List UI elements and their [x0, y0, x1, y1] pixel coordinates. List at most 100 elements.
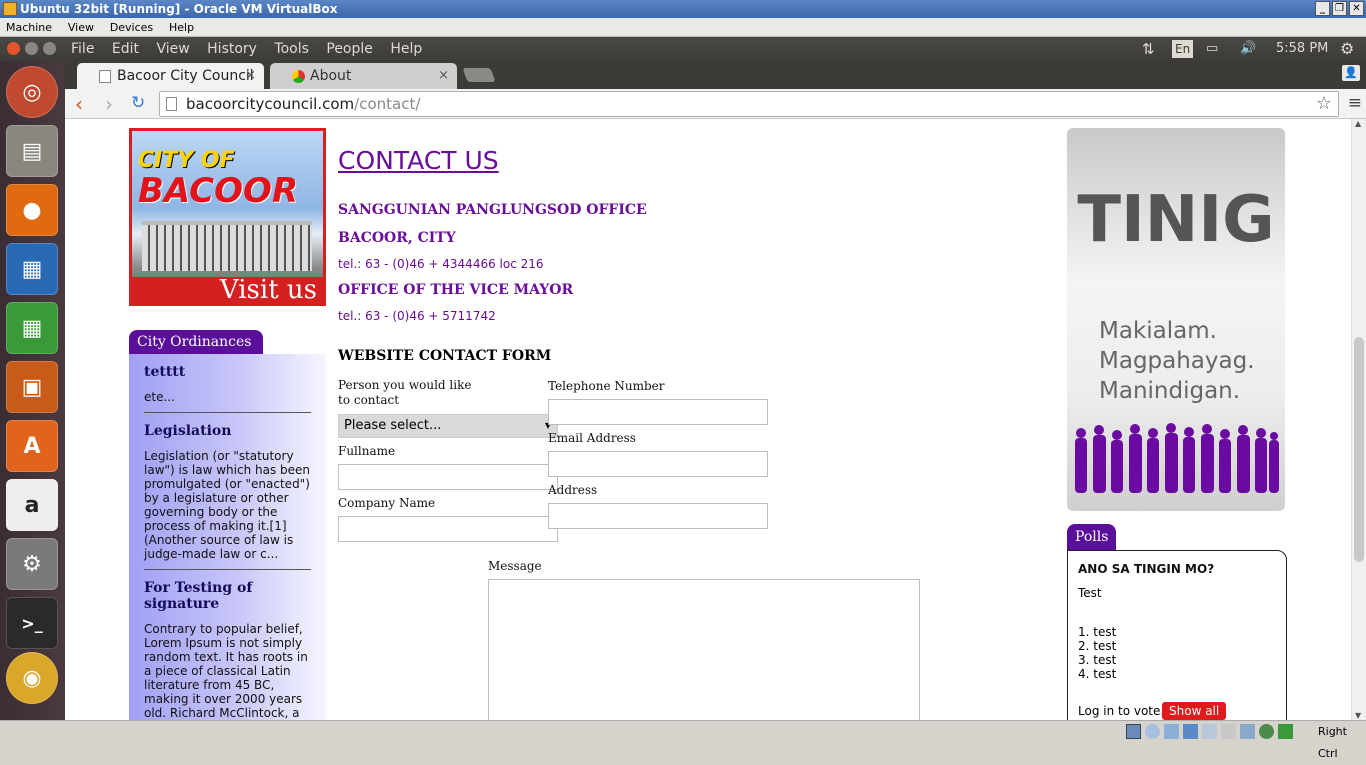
network-adapter-icon[interactable]	[1183, 724, 1198, 739]
usb-icon[interactable]	[1164, 724, 1179, 739]
software-center-icon[interactable]: A	[6, 420, 58, 472]
login-to-vote-link[interactable]: Log in to vote.	[1078, 704, 1164, 718]
tab-about[interactable]: About ×	[270, 63, 457, 89]
forward-icon[interactable]: ›	[105, 92, 113, 116]
tinig-banner[interactable]: TINIG Makialam. Magpahayag. Manindigan.	[1067, 128, 1285, 511]
tab-close-icon[interactable]: ×	[245, 63, 256, 89]
chrome-favicon-icon	[292, 70, 305, 83]
page-scrollbar[interactable]: ▲ ▼	[1351, 119, 1366, 720]
optical-drive-icon[interactable]	[1145, 724, 1160, 739]
poll-option: 1. test	[1078, 625, 1117, 639]
shared-folders-icon[interactable]	[1202, 724, 1217, 739]
back-icon[interactable]: ‹	[75, 92, 83, 116]
polls-tab[interactable]: Polls	[1067, 524, 1116, 550]
menu-help[interactable]: Help	[163, 18, 200, 37]
url-host: bacoorcitycouncil.com	[186, 95, 355, 113]
menu-icon[interactable]: ≡	[1348, 93, 1362, 113]
battery-icon[interactable]: ▭	[1206, 37, 1218, 61]
company-field[interactable]	[338, 516, 558, 542]
chrome-icon[interactable]: ◉	[6, 652, 58, 704]
cpu-icon[interactable]	[1259, 724, 1274, 739]
menu-machine[interactable]: Machine	[0, 18, 58, 37]
new-tab-button[interactable]	[462, 68, 496, 82]
email-field[interactable]	[548, 451, 768, 477]
person-select[interactable]: Please select... ▼	[338, 414, 558, 438]
telephone-field[interactable]	[548, 399, 768, 425]
gear-icon[interactable]: ⚙	[1340, 37, 1354, 61]
window-maximize-icon[interactable]	[43, 42, 56, 55]
scrollbar-thumb[interactable]	[1354, 337, 1364, 562]
scroll-up-icon[interactable]: ▲	[1355, 119, 1361, 128]
calc-icon[interactable]: ▦	[6, 302, 58, 354]
message-field[interactable]	[488, 579, 920, 720]
firefox-icon[interactable]: ●	[6, 184, 58, 236]
files-icon[interactable]: ▤	[6, 125, 58, 177]
email-label: Email Address	[548, 431, 636, 445]
menu-view[interactable]: View	[156, 41, 189, 57]
writer-icon[interactable]: ▦	[6, 243, 58, 295]
close-button[interactable]: ✕	[1349, 1, 1364, 16]
company-label: Company Name	[338, 496, 436, 510]
menu-help[interactable]: Help	[390, 41, 422, 57]
ubuntu-dash-icon[interactable]: ◎	[6, 66, 58, 118]
ordinance-title[interactable]: For Testing of signature	[144, 580, 311, 612]
menu-people[interactable]: People	[326, 41, 373, 57]
page-icon	[99, 70, 111, 83]
terminal-icon[interactable]: >_	[6, 597, 58, 649]
menu-edit[interactable]: Edit	[112, 41, 139, 57]
network-icon[interactable]: ⇅	[1142, 37, 1155, 61]
hard-disk-icon[interactable]	[1126, 724, 1141, 739]
keyboard-indicator[interactable]: En	[1172, 40, 1194, 58]
amazon-icon[interactable]: a	[6, 479, 58, 531]
ordinance-summary: Legislation (or "statutory law") is law …	[144, 449, 311, 561]
url-path: /contact/	[354, 95, 421, 113]
menu-tools[interactable]: Tools	[274, 41, 309, 57]
menu-view[interactable]: View	[62, 18, 100, 37]
window-close-icon[interactable]	[7, 42, 20, 55]
video-capture-icon[interactable]	[1240, 724, 1255, 739]
display-icon[interactable]	[1221, 724, 1236, 739]
tab-close-icon[interactable]: ×	[438, 63, 449, 89]
profile-icon[interactable]: 👤	[1342, 65, 1360, 81]
person-label: Person you would like to contact	[338, 378, 472, 407]
bookmark-star-icon[interactable]: ☆	[1316, 92, 1332, 116]
address-field[interactable]	[548, 503, 768, 529]
city-hall-image	[142, 221, 312, 271]
menu-devices[interactable]: Devices	[104, 18, 159, 37]
message-label: Message	[488, 559, 542, 573]
virtualbox-icon	[3, 2, 17, 16]
fullname-field[interactable]	[338, 464, 558, 490]
mouse-integration-icon[interactable]	[1278, 724, 1293, 739]
browser-toolbar: ‹ › ↻ bacoorcitycouncil.com/contact/ ☆ ≡	[65, 89, 1366, 119]
system-settings-icon[interactable]: ⚙	[6, 538, 58, 590]
tinig-title: TINIG	[1077, 183, 1275, 257]
menu-history[interactable]: History	[207, 41, 257, 57]
show-all-button[interactable]: Show all	[1162, 702, 1227, 720]
ubuntu-top-panel: File Edit View History Tools People Help…	[0, 37, 1366, 61]
reload-icon[interactable]: ↻	[131, 93, 145, 113]
tab-bacoor-city-council[interactable]: Bacoor City Council ×	[77, 63, 264, 89]
url-field[interactable]: bacoorcitycouncil.com/contact/ ☆	[159, 91, 1339, 117]
ordinance-title[interactable]: Legislation	[144, 423, 311, 439]
bacoor-visit-us-banner[interactable]: CITY OF BACOOR Visit us	[129, 128, 326, 306]
city-ordinances-tab[interactable]: City Ordinances	[129, 330, 263, 354]
scroll-down-icon[interactable]: ▼	[1355, 711, 1361, 720]
impress-icon[interactable]: ▣	[6, 361, 58, 413]
ordinance-title[interactable]: tetttt	[144, 364, 311, 380]
volume-icon[interactable]: 🔊	[1240, 37, 1256, 61]
poll-options: 1. test 2. test 3. test 4. test	[1078, 625, 1276, 681]
window-minimize-icon[interactable]	[25, 42, 38, 55]
page-info-icon[interactable]	[166, 97, 177, 111]
virtualbox-statusbar: Right Ctrl	[0, 720, 1366, 760]
page-title[interactable]: CONTACT US	[338, 146, 499, 175]
city-ordinances-list: tetttt ete... Legislation Legislation (o…	[129, 354, 326, 720]
city-name: BACOOR, CITY	[338, 230, 456, 246]
poll-question: ANO SA TINGIN MO?	[1078, 562, 1215, 576]
polls-box: ANO SA TINGIN MO? Test 1. test 2. test 3…	[1067, 550, 1287, 720]
restore-button[interactable]: ❐	[1332, 1, 1347, 16]
list-item: Legislation Legislation (or "statutory l…	[144, 423, 311, 570]
telephone-label: Telephone Number	[548, 379, 665, 393]
menu-file[interactable]: File	[71, 41, 94, 57]
clock[interactable]: 5:58 PM	[1276, 37, 1328, 61]
minimize-button[interactable]: _	[1315, 1, 1330, 16]
